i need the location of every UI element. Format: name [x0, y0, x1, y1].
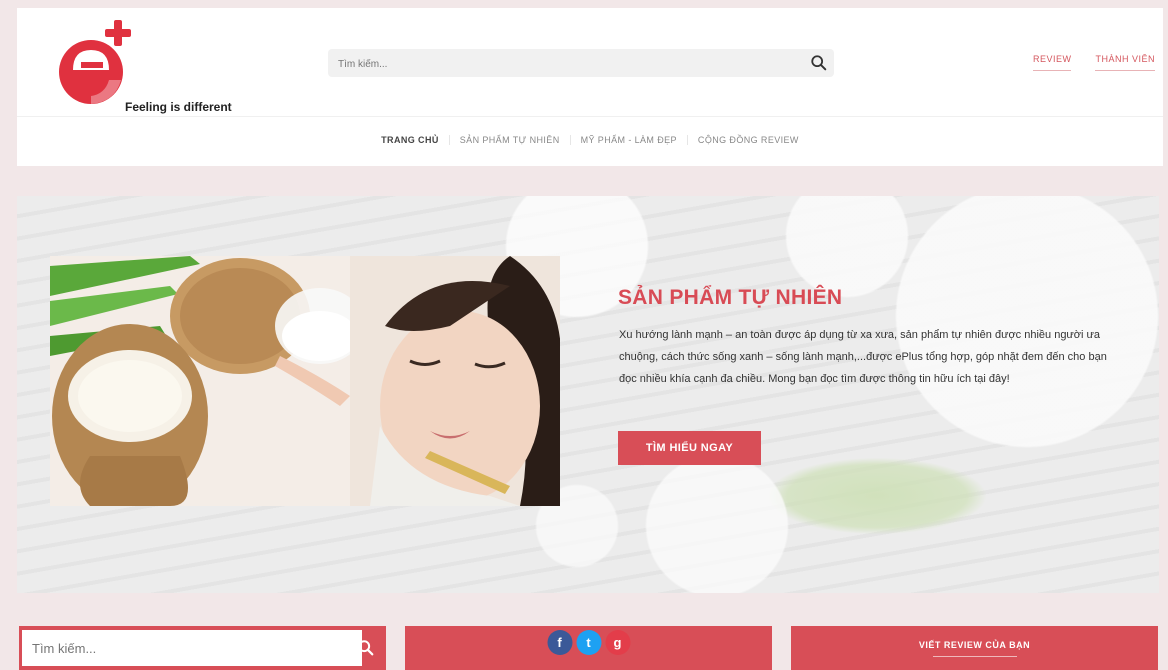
nav-item-cosmetics[interactable]: MỸ PHẨM - LÀM ĐẸP	[569, 135, 687, 145]
header-divider	[17, 116, 1163, 117]
header-search-input[interactable]	[336, 54, 800, 74]
logo-tagline: Feeling is different	[125, 100, 232, 114]
logo-plus-icon	[105, 20, 131, 46]
facebook-icon[interactable]: f	[547, 630, 572, 655]
hero-description: Xu hướng lành mạnh – an toàn được áp dụn…	[619, 329, 1107, 385]
hero-banner: SẢN PHẨM TỰ NHIÊN Xu hướng lành mạnh – a…	[17, 196, 1159, 593]
header-search	[328, 49, 834, 77]
twitter-icon[interactable]: t	[576, 630, 601, 655]
write-review-underline	[933, 656, 1017, 657]
nav-item-natural-products[interactable]: SẢN PHẨM TỰ NHIÊN	[448, 135, 570, 145]
link-members[interactable]: THÀNH VIÊN	[1095, 54, 1155, 71]
search-icon[interactable]	[810, 54, 828, 72]
site-header: Feeling is different REVIEW THÀNH VIÊN T…	[17, 8, 1163, 166]
learn-more-button[interactable]: TÌM HIỂU NGAY	[618, 431, 761, 465]
hero-image	[50, 256, 560, 506]
header-links: REVIEW THÀNH VIÊN	[1032, 54, 1155, 71]
link-review[interactable]: REVIEW	[1032, 54, 1072, 71]
bottom-search-input[interactable]	[22, 630, 362, 666]
sidebar-search-box	[19, 626, 386, 670]
social-icons: f t g	[547, 630, 630, 655]
site-logo[interactable]: Feeling is different	[55, 20, 255, 120]
search-icon	[358, 640, 374, 656]
write-review-button[interactable]: VIẾT REVIEW CỦA BẠN	[791, 640, 1158, 650]
hero-title: SẢN PHẨM TỰ NHIÊN	[618, 286, 843, 309]
social-share-box: f t g	[405, 626, 772, 670]
nav-item-home[interactable]: TRANG CHỦ	[371, 135, 449, 145]
write-review-box[interactable]: VIẾT REVIEW CỦA BẠN	[791, 626, 1158, 670]
bottom-search-button[interactable]	[346, 626, 386, 670]
google-plus-icon[interactable]: g	[605, 630, 630, 655]
main-nav: TRANG CHỦ SẢN PHẨM TỰ NHIÊN MỸ PHẨM - LÀ…	[17, 135, 1163, 145]
nav-item-review-community[interactable]: CỘNG ĐỒNG REVIEW	[686, 135, 809, 145]
